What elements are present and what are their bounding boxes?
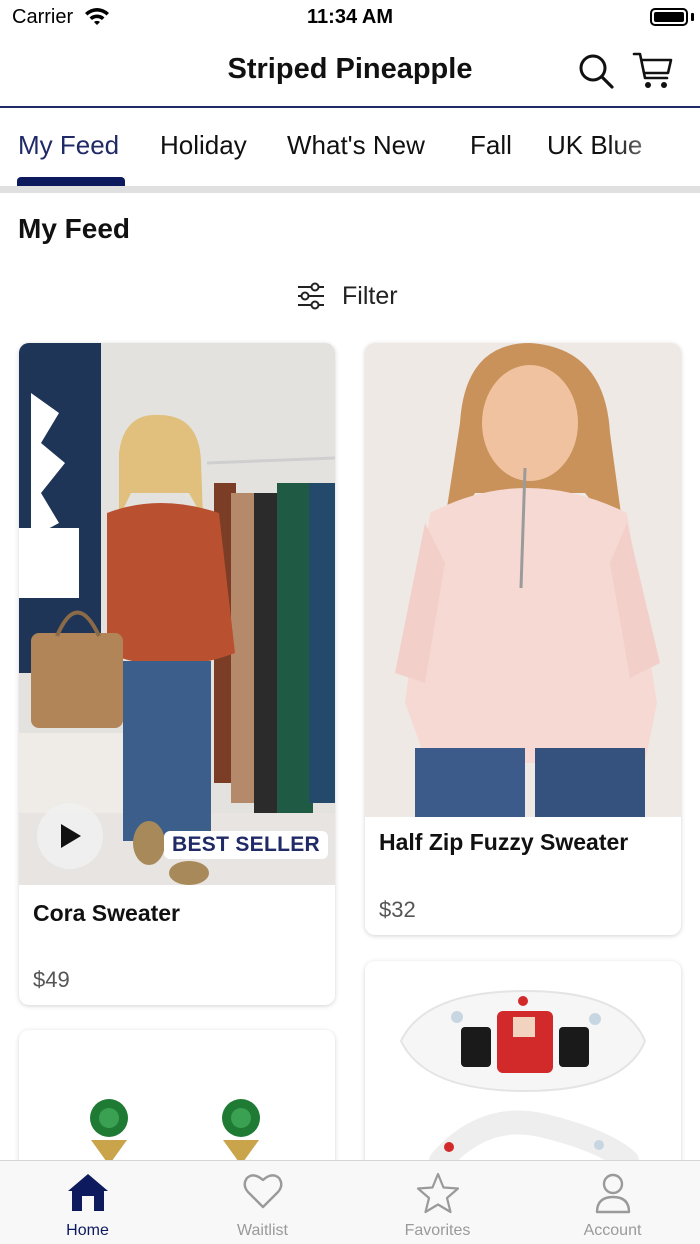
tab-holiday[interactable]: Holiday — [160, 130, 247, 161]
tab-whats-new[interactable]: What's New — [287, 130, 425, 161]
play-video-button[interactable] — [37, 803, 103, 869]
product-name: Half Zip Fuzzy Sweater — [379, 829, 629, 855]
cart-button[interactable] — [632, 50, 674, 92]
cart-icon — [632, 52, 673, 88]
search-icon — [579, 54, 614, 89]
product-price: $49 — [33, 967, 70, 992]
tabbar-waitlist[interactable]: Waitlist — [175, 1161, 350, 1244]
tab-my-feed[interactable]: My Feed — [18, 130, 119, 161]
play-icon — [61, 824, 81, 848]
battery-icon — [650, 8, 688, 26]
filter-button[interactable]: Filter — [296, 278, 398, 314]
clock-time: 11:34 AM — [307, 6, 393, 28]
tabbar-label: Account — [583, 1222, 642, 1239]
tabbar-label: Favorites — [404, 1222, 471, 1239]
tab-fall[interactable]: Fall — [470, 130, 512, 161]
tabbar-label: Home — [66, 1222, 109, 1239]
search-button[interactable] — [575, 50, 617, 92]
tabbar-account[interactable]: Account — [525, 1161, 700, 1244]
product-card-cora-sweater[interactable]: BEST SELLER Cora Sweater $49 — [19, 343, 335, 1005]
app-header: Striped Pineapple — [0, 36, 700, 108]
star-icon — [350, 1171, 525, 1215]
product-price: $32 — [379, 897, 416, 922]
category-tabs: My Feed Holiday What's New Fall UK Blue — [0, 110, 700, 186]
heart-icon — [175, 1171, 350, 1215]
best-seller-badge: BEST SELLER — [164, 831, 328, 859]
product-image — [365, 343, 681, 817]
active-tab-indicator — [17, 177, 125, 186]
section-title: My Feed — [18, 213, 131, 244]
product-name: Cora Sweater — [33, 900, 181, 926]
bottom-tab-bar: Home Waitlist Favorites Account — [0, 1160, 700, 1244]
home-icon — [0, 1171, 175, 1215]
tabbar-label: Waitlist — [237, 1222, 288, 1239]
filter-icon — [298, 282, 324, 310]
tabbar-favorites[interactable]: Favorites — [350, 1161, 525, 1244]
person-icon — [525, 1171, 700, 1215]
tab-uk-blue[interactable]: UK Blue — [547, 130, 642, 161]
filter-label: Filter — [342, 281, 398, 310]
tabbar-home[interactable]: Home — [0, 1161, 175, 1244]
battery-tip — [691, 13, 694, 21]
status-bar: Carrier 11:34 AM — [0, 0, 700, 36]
product-card-half-zip-fuzzy-sweater[interactable]: Half Zip Fuzzy Sweater $32 — [365, 343, 681, 935]
tab-divider — [0, 186, 700, 193]
